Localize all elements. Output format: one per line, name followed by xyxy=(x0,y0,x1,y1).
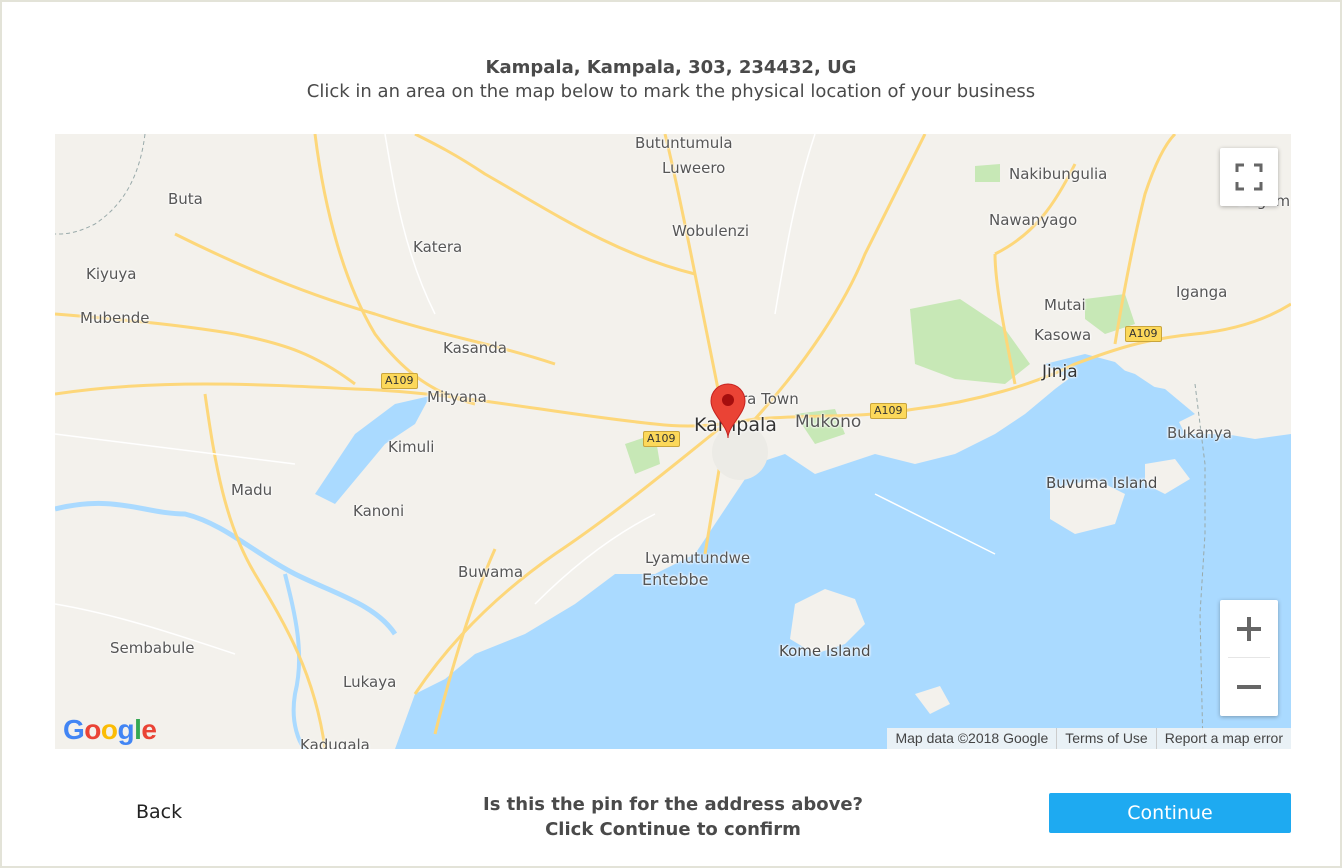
map-canvas[interactable]: Butuntumula Luweero Nakibungulia Buta Na… xyxy=(55,134,1291,749)
report-map-error-link[interactable]: Report a map error xyxy=(1155,728,1291,749)
place-buwama: Buwama xyxy=(458,563,524,581)
place-katera: Katera xyxy=(413,238,463,256)
zoom-in-button[interactable] xyxy=(1220,600,1278,658)
map-attribution: Map data ©2018 Google Terms of Use Repor… xyxy=(887,728,1291,749)
place-mukono: Mukono xyxy=(795,412,862,432)
place-iganga: Iganga xyxy=(1176,283,1228,301)
place-luweero: Luweero xyxy=(662,159,726,177)
google-logo: Google xyxy=(63,714,157,745)
place-kanoni: Kanoni xyxy=(353,502,405,520)
instruction-text: Click in an area on the map below to mar… xyxy=(306,81,1036,102)
place-kome-island: Kome Island xyxy=(779,642,871,660)
plus-icon xyxy=(1237,617,1261,641)
place-entebbe: Entebbe xyxy=(642,570,709,589)
place-mityana: Mityana xyxy=(427,388,487,406)
fullscreen-button[interactable] xyxy=(1220,148,1278,206)
place-kasowa: Kasowa xyxy=(1034,326,1092,344)
place-bukanya: Bukanya xyxy=(1167,424,1232,442)
place-kasanda: Kasanda xyxy=(443,339,507,357)
back-button[interactable]: Back xyxy=(136,801,182,823)
road-shield-a109: A109 xyxy=(381,373,418,389)
zoom-controls xyxy=(1220,600,1278,716)
road-shield-a109: A109 xyxy=(643,431,680,447)
confirm-hint: Click Continue to confirm xyxy=(545,819,801,840)
place-buvuma-island: Buvuma Island xyxy=(1046,474,1158,492)
place-kimuli: Kimuli xyxy=(388,438,435,456)
fullscreen-icon xyxy=(1235,163,1263,191)
road-shield-a109: A109 xyxy=(870,403,907,419)
location-pin-icon[interactable] xyxy=(710,382,746,444)
confirm-question: Is this the pin for the address above? xyxy=(483,794,863,815)
place-lukaya: Lukaya xyxy=(343,673,397,691)
confirm-prompt: Is this the pin for the address above? C… xyxy=(400,792,946,842)
place-buta: Buta xyxy=(168,190,203,208)
place-kiyuya: Kiyuya xyxy=(86,265,137,283)
continue-button[interactable]: Continue xyxy=(1049,793,1291,833)
zoom-out-button[interactable] xyxy=(1220,658,1278,716)
header: Kampala, Kampala, 303, 234432, UG Click … xyxy=(0,56,1342,104)
minus-icon xyxy=(1237,685,1261,689)
terms-of-use-link[interactable]: Terms of Use xyxy=(1056,728,1155,749)
place-butuntumula: Butuntumula xyxy=(635,134,733,152)
place-jinja: Jinja xyxy=(1042,362,1078,382)
place-wobulenzi: Wobulenzi xyxy=(672,222,750,240)
place-madu: Madu xyxy=(231,481,273,499)
place-mubende: Mubende xyxy=(80,309,150,327)
place-kadugala: Kadugala xyxy=(300,736,370,749)
place-nakibungulia: Nakibungulia xyxy=(1009,165,1108,183)
place-sembabule: Sembabule xyxy=(110,639,195,657)
address-title: Kampala, Kampala, 303, 234432, UG xyxy=(485,57,857,78)
map-data-text: Map data ©2018 Google xyxy=(895,730,1049,746)
place-mutai: Mutai xyxy=(1044,296,1086,314)
place-nawanyago: Nawanyago xyxy=(989,211,1078,229)
road-shield-a109: A109 xyxy=(1125,326,1162,342)
place-lyamutundwe: Lyamutundwe xyxy=(645,549,751,567)
